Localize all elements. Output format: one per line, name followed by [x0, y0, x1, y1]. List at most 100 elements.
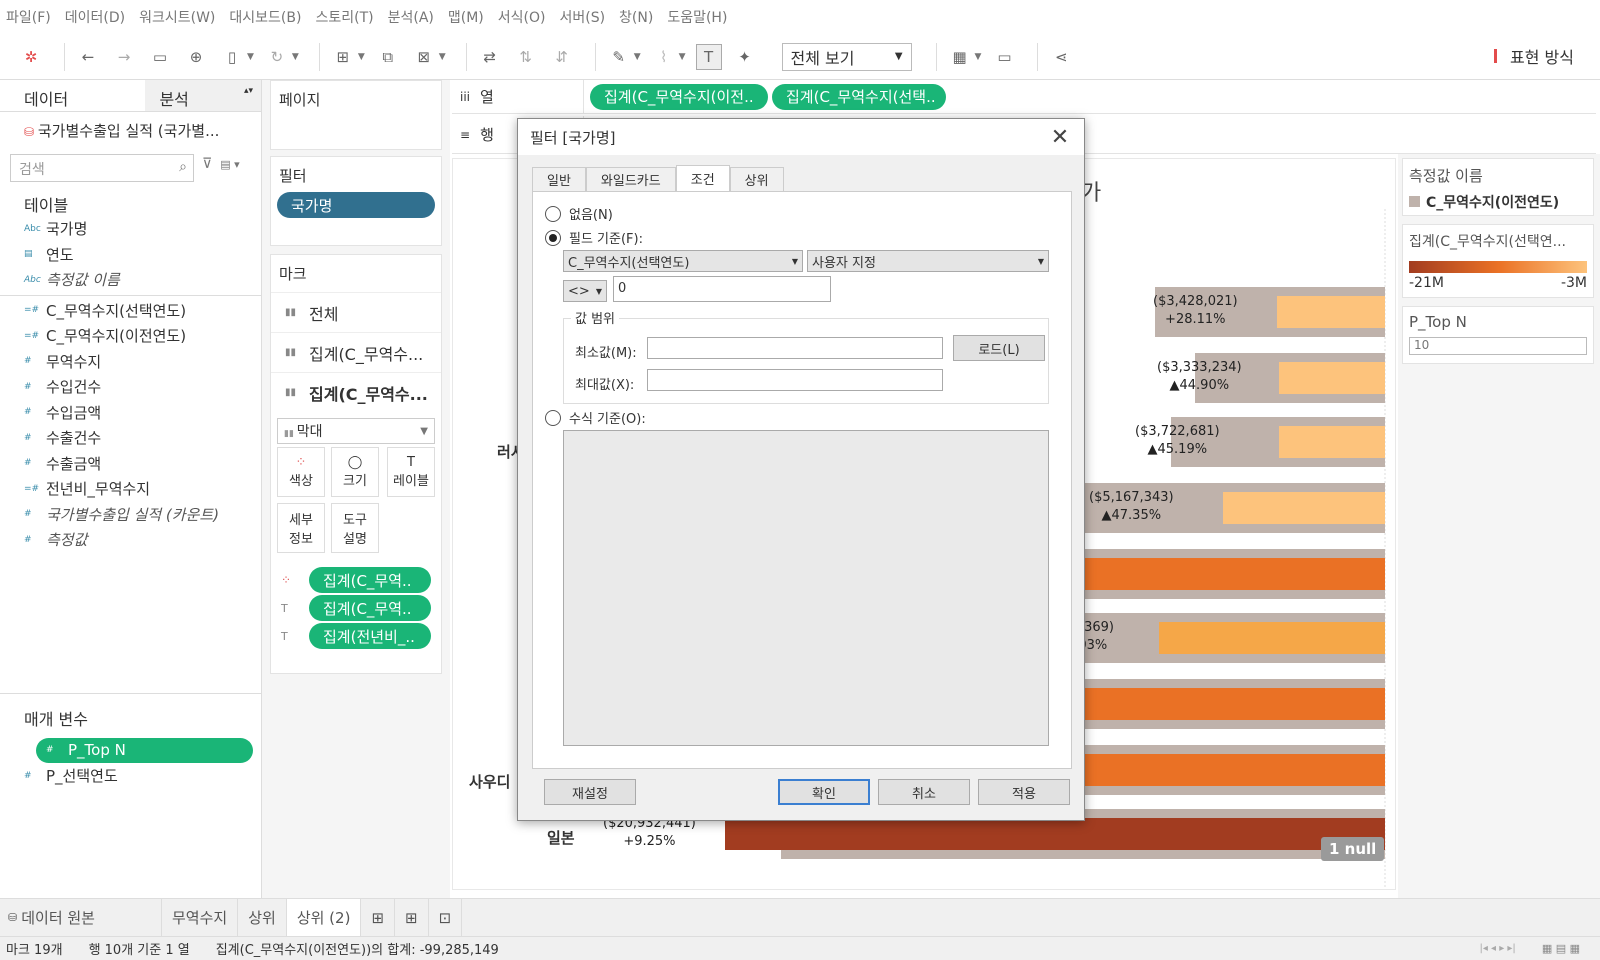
menu-file[interactable]: 파일(F) — [6, 7, 51, 27]
bar-selected-year[interactable] — [1065, 688, 1385, 720]
bar-selected-year[interactable] — [725, 818, 1385, 850]
tooltip-button[interactable]: 도구 설명 — [331, 503, 379, 553]
tab-analysis[interactable]: 분석 ▴▾ — [145, 80, 261, 111]
field-item[interactable]: # 수출금액 — [0, 451, 261, 477]
min-input[interactable] — [647, 337, 943, 359]
param-item-top-n[interactable]: # P_Top N — [36, 737, 253, 763]
new-worksheet-icon[interactable]: ⊞ — [330, 44, 356, 70]
menu-help[interactable]: 도움말(H) — [667, 7, 727, 27]
field-item[interactable]: # 수입금액 — [0, 400, 261, 426]
legend-item[interactable]: C_무역수지(이전연도) — [1409, 192, 1587, 212]
bar-selected-year[interactable] — [1223, 492, 1385, 524]
col-pill-sel[interactable]: 집계(C_무역수지(선택.. — [772, 83, 946, 110]
size-button[interactable]: ◯ 크기 — [331, 447, 379, 497]
label-button[interactable]: T 레이블 — [387, 447, 435, 497]
condition-value-input[interactable]: 0 — [613, 276, 831, 302]
filter-pill-country[interactable]: 국가명 — [277, 192, 435, 218]
menu-map[interactable]: 맵(M) — [448, 7, 484, 27]
duplicate-sheet-icon[interactable]: ⧉ — [375, 44, 401, 70]
menu-window[interactable]: 창(N) — [619, 7, 653, 27]
clear-sheet-icon[interactable]: ⊠ — [411, 44, 437, 70]
param-input[interactable]: 10 — [1409, 337, 1587, 355]
refresh-icon[interactable]: ↻ — [264, 44, 290, 70]
tab-data[interactable]: 데이터 — [0, 80, 145, 111]
nav-arrows-icon[interactable]: |◂ ◂ ▸ ▸| — [1479, 943, 1515, 954]
field-item[interactable]: # 무역수지 — [0, 349, 261, 375]
tableau-logo-icon[interactable]: ✲ — [18, 44, 44, 70]
field-item[interactable]: # 국가별수출입 실적 (카운트) — [0, 502, 261, 528]
chevron-down-icon[interactable]: ▼ — [975, 52, 982, 62]
menu-dashboard[interactable]: 대시보드(B) — [229, 7, 301, 27]
chevron-down-icon[interactable]: ▼ — [634, 52, 641, 62]
save-icon[interactable]: ▭ — [147, 44, 173, 70]
view-mode-icon[interactable]: ▦ ▤ ▦ — [1542, 942, 1580, 955]
null-indicator[interactable]: 1 null — [1321, 837, 1385, 861]
field-item[interactable]: # 측정값 — [0, 527, 261, 553]
color-legend[interactable]: 집계(C_무역수지(선택연... -21M -3M — [1402, 224, 1594, 298]
columns-shelf[interactable]: iii 열 집계(C_무역수지(이전.. 집계(C_무역수지(선택.. — [452, 80, 1596, 114]
menu-server[interactable]: 서버(S) — [559, 7, 605, 27]
formula-editor[interactable] — [563, 430, 1049, 746]
bar-selected-year[interactable] — [1279, 362, 1385, 394]
pause-updates-icon[interactable]: ▯ — [219, 44, 245, 70]
operator-select[interactable]: <> ▼ — [563, 280, 607, 302]
marks-sel-year[interactable]: ▮▮ 집계(C_무역수... — [271, 372, 441, 412]
tab-general[interactable]: 일반 — [532, 167, 586, 191]
new-datasource-icon[interactable]: ⊕ — [183, 44, 209, 70]
highlight-icon[interactable]: ✎ — [606, 44, 632, 70]
measure-names-legend[interactable]: 측정값 이름 C_무역수지(이전연도) — [1402, 158, 1594, 216]
view-options-icon[interactable]: ▤ ▾ — [220, 158, 239, 171]
view-fit-select[interactable]: 전체 보기 ▼ — [781, 42, 912, 71]
menu-format[interactable]: 서식(O) — [498, 7, 546, 27]
field-select[interactable]: C_무역수지(선택연도) ▼ — [563, 250, 803, 272]
tab-sheet-balance[interactable]: 무역수지 — [162, 899, 239, 936]
field-item[interactable]: Abc 측정값 이름 — [0, 267, 261, 293]
max-input[interactable] — [647, 369, 943, 391]
presentation-icon[interactable]: ▭ — [991, 44, 1017, 70]
field-item[interactable]: Abc 국가명 — [0, 216, 261, 242]
sort-descending-icon[interactable]: ⇵ — [549, 44, 575, 70]
mark-pill-label-yoy[interactable]: 집계(전년비_.. — [309, 623, 431, 649]
color-button[interactable]: ⁘ 색상 — [277, 447, 325, 497]
chevron-down-icon[interactable]: ▼ — [247, 52, 254, 62]
col-pill-prev[interactable]: 집계(C_무역수지(이전.. — [590, 83, 768, 110]
show-labels-icon[interactable]: T — [695, 43, 722, 70]
field-item[interactable]: # 수입건수 — [0, 374, 261, 400]
chevron-down-icon[interactable]: ▼ — [358, 52, 365, 62]
new-worksheet-icon[interactable]: ⊞ — [361, 899, 396, 936]
cancel-button[interactable]: 취소 — [878, 779, 970, 805]
redo-icon[interactable]: → — [111, 44, 137, 70]
tab-top[interactable]: 상위 — [729, 167, 784, 191]
group-icon[interactable]: ⌇ — [651, 44, 677, 70]
radio-by-formula[interactable]: 수식 기준(O): — [545, 408, 646, 427]
bar-selected-year[interactable] — [1159, 622, 1385, 654]
bar-selected-year[interactable] — [1065, 558, 1385, 590]
menu-worksheet[interactable]: 워크시트(W) — [139, 7, 215, 27]
tab-condition[interactable]: 조건 — [675, 165, 730, 191]
apply-button[interactable]: 적용 — [978, 779, 1070, 805]
undo-icon[interactable]: ← — [75, 44, 101, 70]
chevron-down-icon[interactable]: ▼ — [439, 52, 446, 62]
bar-selected-year[interactable] — [1279, 426, 1385, 458]
marks-all[interactable]: ▮▮ 전체 — [271, 292, 441, 332]
filter-icon[interactable]: ⊽ — [202, 156, 212, 172]
chevron-down-icon[interactable]: ▼ — [679, 52, 686, 62]
field-item[interactable]: =# 전년비_무역수지 — [0, 476, 261, 502]
field-item[interactable]: ▤ 연도 — [0, 242, 261, 268]
menu-analysis[interactable]: 분석(A) — [388, 7, 434, 27]
radio-by-field[interactable]: 필드 기준(F): — [545, 228, 643, 247]
mark-pill-label[interactable]: 집계(C_무역.. — [309, 595, 431, 621]
radio-none[interactable]: 없음(N) — [545, 204, 613, 223]
share-icon[interactable]: ⋖ — [1048, 44, 1074, 70]
new-dashboard-icon[interactable]: ⊞ — [395, 899, 429, 936]
param-item-year[interactable]: # P_선택연도 — [0, 763, 261, 789]
swap-icon[interactable]: ⇄ — [477, 44, 503, 70]
ok-button[interactable]: 확인 — [778, 779, 870, 805]
field-item[interactable]: # 수출건수 — [0, 425, 261, 451]
search-input[interactable]: 검색 ⌕ — [10, 154, 194, 182]
tab-sheet-top[interactable]: 상위 — [238, 899, 287, 936]
aggregation-select[interactable]: 사용자 지정 ▼ — [807, 250, 1049, 272]
mark-type-select[interactable]: ▮▮ 막대 ▼ — [277, 418, 435, 444]
mark-pill-color[interactable]: 집계(C_무역.. — [309, 567, 431, 593]
tab-sheet-top-2[interactable]: 상위 (2) — [286, 899, 362, 936]
